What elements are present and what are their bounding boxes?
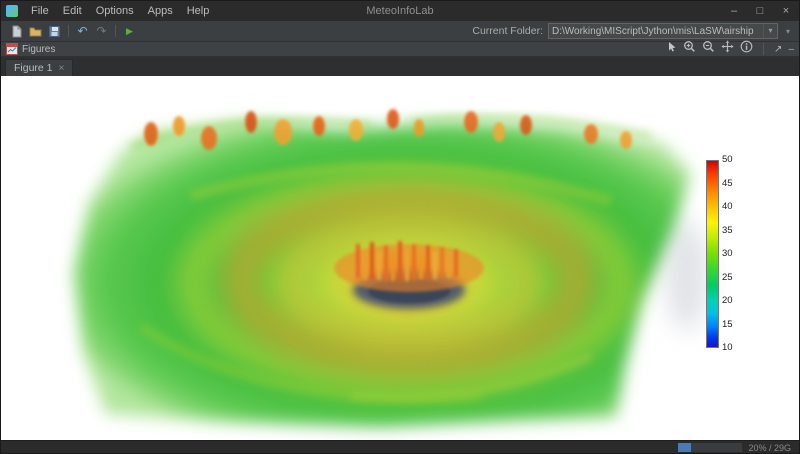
colorbar-tick: 35 bbox=[722, 224, 733, 236]
colorbar-tick: 40 bbox=[722, 201, 733, 212]
new-file-icon bbox=[12, 25, 22, 37]
colorbar-tick: 15 bbox=[722, 318, 733, 330]
meteoinfolab-window: File Edit Options Apps Help MeteoInfoLab… bbox=[0, 0, 800, 454]
app-logo-icon bbox=[6, 5, 18, 17]
colorbar-tick: 45 bbox=[722, 177, 733, 189]
window-controls: – □ × bbox=[721, 1, 799, 21]
menu-options[interactable]: Options bbox=[89, 5, 141, 17]
colorbar-gradient bbox=[706, 160, 719, 348]
run-script-button[interactable]: ▶ bbox=[120, 23, 139, 40]
info-button[interactable] bbox=[740, 40, 753, 58]
toolbar-overflow-chevron-icon[interactable]: ▾ bbox=[783, 27, 793, 36]
close-button[interactable]: × bbox=[773, 1, 799, 21]
colorbar-tick: 20 bbox=[722, 295, 733, 306]
colorbar-tick: 30 bbox=[722, 248, 733, 259]
undo-button[interactable]: ↶ bbox=[73, 23, 92, 40]
current-folder-input[interactable] bbox=[548, 25, 763, 37]
open-folder-icon bbox=[29, 27, 42, 36]
tab-close-icon[interactable]: × bbox=[59, 63, 65, 74]
colorbar-labels: 50 45 40 35 30 25 20 15 10 bbox=[722, 154, 733, 353]
tab-figure-1[interactable]: Figure 1 × bbox=[5, 59, 74, 76]
title-bar: File Edit Options Apps Help MeteoInfoLab… bbox=[1, 1, 799, 21]
minimize-panel-button[interactable]: – bbox=[788, 42, 794, 57]
maximize-button[interactable]: □ bbox=[747, 1, 773, 21]
toolbar-separator bbox=[68, 25, 69, 37]
minimize-button[interactable]: – bbox=[721, 1, 747, 21]
pan-button[interactable] bbox=[721, 40, 734, 58]
hurricane-volume-plot bbox=[74, 109, 709, 427]
figure-canvas[interactable]: 50 45 40 35 30 25 20 15 10 bbox=[1, 76, 799, 440]
memory-indicator-fill bbox=[678, 443, 692, 452]
menu-edit[interactable]: Edit bbox=[56, 5, 89, 17]
memory-indicator-bar[interactable] bbox=[678, 443, 743, 452]
open-button[interactable] bbox=[26, 23, 45, 40]
colorbar-tick: 10 bbox=[722, 342, 733, 353]
new-script-button[interactable] bbox=[7, 23, 26, 40]
zoom-in-button[interactable] bbox=[683, 40, 696, 58]
current-folder-section: Current Folder: ▾ ▾ bbox=[472, 23, 793, 39]
zoom-in-icon bbox=[684, 41, 695, 52]
redo-button[interactable]: ↷ bbox=[92, 23, 111, 40]
current-folder-combobox[interactable]: ▾ bbox=[547, 23, 778, 39]
menu-apps[interactable]: Apps bbox=[141, 5, 180, 17]
colorbar-tick: 50 bbox=[722, 154, 733, 165]
figure-toolbar: ↗ – bbox=[666, 40, 794, 58]
figures-panel-header: Figures ↗ – bbox=[1, 40, 799, 58]
colorbar-tick: 25 bbox=[722, 271, 733, 283]
colorbar: 50 45 40 35 30 25 20 15 10 bbox=[706, 155, 733, 352]
memory-usage-text[interactable]: 20% / 29G bbox=[748, 443, 791, 453]
current-folder-label: Current Folder: bbox=[472, 25, 543, 37]
combo-dropdown-icon[interactable]: ▾ bbox=[762, 24, 777, 38]
float-panel-button[interactable]: ↗ bbox=[774, 42, 782, 57]
zoom-out-button[interactable] bbox=[702, 40, 715, 58]
select-pointer-button[interactable] bbox=[666, 40, 677, 58]
figures-panel-icon bbox=[6, 43, 18, 55]
main-toolbar: ↶ ↷ ▶ Current Folder: ▾ ▾ bbox=[1, 21, 799, 42]
menu-bar: File Edit Options Apps Help bbox=[24, 5, 216, 17]
zoom-out-icon bbox=[703, 41, 714, 52]
info-icon bbox=[740, 40, 753, 53]
tab-label: Figure 1 bbox=[14, 62, 53, 74]
toolbar-separator bbox=[115, 25, 116, 37]
figures-panel-title: Figures bbox=[22, 43, 56, 55]
menu-file[interactable]: File bbox=[24, 5, 56, 17]
figure-tab-bar: Figure 1 × bbox=[1, 57, 799, 76]
figure-toolbar-separator bbox=[763, 43, 765, 55]
save-button[interactable] bbox=[45, 23, 64, 40]
menu-help[interactable]: Help bbox=[180, 5, 217, 17]
status-bar: 20% / 29G bbox=[1, 440, 799, 453]
move-icon bbox=[721, 40, 734, 53]
save-disk-icon bbox=[49, 25, 60, 37]
pointer-icon bbox=[669, 42, 676, 52]
